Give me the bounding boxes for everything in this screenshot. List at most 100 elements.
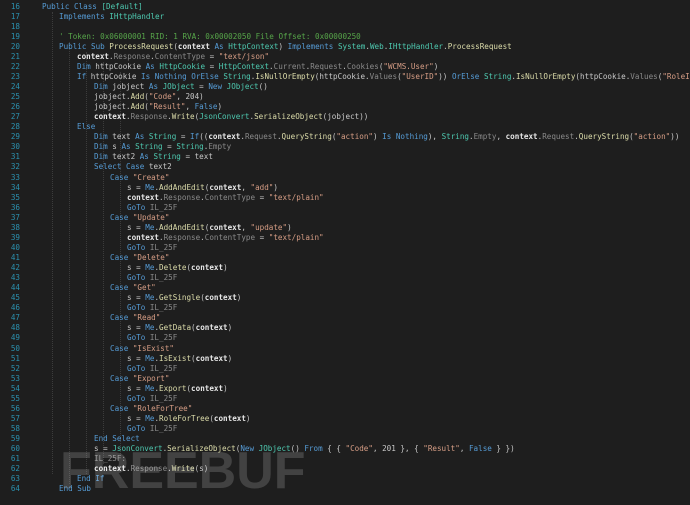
code-token: Dim — [77, 61, 96, 71]
line-number: 40 — [10, 242, 20, 252]
code-line[interactable]: s = Me.AddAndEdit(context, "update") — [127, 223, 690, 234]
code-line[interactable]: Dim text As String = If((context.Request… — [94, 132, 690, 143]
code-token: As — [148, 81, 163, 91]
line-number: 57 — [10, 413, 20, 423]
code-line[interactable]: Implements IHttpHandler — [59, 12, 690, 23]
code-token: New — [208, 81, 227, 91]
line-number: 58 — [10, 424, 20, 434]
code-line[interactable]: Dim httpCookie As HttpCookie = HttpConte… — [77, 62, 690, 73]
code-line[interactable]: GoTo IL_25F — [127, 394, 690, 405]
code-line[interactable]: GoTo IL_25F — [127, 203, 690, 214]
code-line[interactable]: Else — [77, 122, 690, 133]
line-number: 50 — [10, 343, 20, 353]
code-line[interactable]: s = Me.RoleForTree(context) — [127, 414, 690, 425]
line-number: 35 — [10, 192, 20, 202]
code-token: GoTo — [127, 273, 150, 283]
code-line[interactable]: GoTo IL_25F — [127, 303, 690, 314]
code-token: Dim — [94, 142, 113, 152]
code-token: Case — [110, 313, 133, 323]
code-token: GoTo — [127, 424, 150, 434]
code-token: JsonConvert — [199, 112, 250, 122]
code-line[interactable]: Case "RoleForTree" — [110, 404, 690, 415]
code-line[interactable]: ' Token: 0x06000001 RID: 1 RVA: 0x000020… — [59, 32, 690, 43]
line-number: 34 — [10, 182, 20, 192]
code-line[interactable]: context.Response.ContentType = "text/jso… — [77, 52, 690, 63]
code-token: Request — [310, 61, 343, 71]
code-token: httpCookie — [90, 71, 142, 81]
code-line[interactable]: GoTo IL_25F — [127, 424, 690, 435]
line-number: 19 — [10, 31, 20, 41]
code-token: context — [127, 192, 160, 202]
code-line[interactable]: s = Me.Delete(context) — [127, 263, 690, 274]
code-line[interactable]: s = Me.AddAndEdit(context, "add") — [127, 183, 690, 194]
line-number: 18 — [10, 21, 20, 31]
code-line[interactable]: Case "Export" — [110, 374, 690, 385]
code-token: Empty — [473, 132, 497, 142]
code-line[interactable]: Dim text2 As String = text — [94, 152, 690, 163]
code-token: Response — [130, 112, 168, 122]
code-line[interactable] — [22, 22, 690, 33]
code-token: IL_25F — [149, 393, 178, 403]
code-token: s = — [127, 263, 146, 273]
code-line[interactable]: Dim jobject As JObject = New JObject() — [94, 82, 690, 93]
code-token: context — [204, 293, 237, 303]
code-line[interactable]: Case "Delete" — [110, 253, 690, 264]
code-line[interactable]: Public Sub ProcessRequest(context As Htt… — [59, 42, 690, 53]
code-token: GoTo — [127, 242, 150, 252]
line-number: 59 — [10, 434, 20, 444]
line-number: 51 — [10, 353, 20, 363]
code-line[interactable]: Case "Get" — [110, 283, 690, 294]
code-line[interactable]: Case "Update" — [110, 213, 690, 224]
code-token: GoTo — [127, 393, 150, 403]
code-token: (jobject)) — [322, 112, 369, 122]
code-token: ) — [287, 222, 292, 232]
line-number-gutter: 16 17 18 19 20 21 22 23 24 25 26 27 28 29 30 31 32 33 34 35… — [0, 0, 22, 505]
code-line[interactable]: jobject.Add("Code", 204) — [94, 92, 690, 103]
code-token: False — [468, 444, 492, 454]
code-line[interactable]: s = Me.GetData(context) — [127, 323, 690, 334]
code-token: , — [496, 132, 506, 142]
code-token: IL_25F — [149, 363, 178, 373]
code-line[interactable]: Case "Read" — [110, 313, 690, 324]
code-line[interactable]: context.Response.ContentType = "text/pla… — [127, 233, 690, 244]
code-line[interactable]: s = Me.Export(context) — [127, 384, 690, 395]
code-token: "Result" — [423, 444, 460, 454]
code-token: "Read" — [132, 313, 161, 323]
code-line[interactable]: GoTo IL_25F — [127, 243, 690, 254]
code-token: "text/json" — [218, 51, 270, 61]
code-token: IHttpHandler — [388, 41, 444, 51]
code-token: ContentType — [204, 192, 256, 202]
code-line[interactable]: Dim s As String = String.Empty — [94, 142, 690, 153]
code-token: ' Token: 0x06000001 RID: 1 RVA: 0x000020… — [59, 31, 361, 41]
code-line[interactable]: GoTo IL_25F — [127, 333, 690, 344]
code-editor[interactable]: 16 17 18 19 20 21 22 23 24 25 26 27 28 29 30 31 32 33 34 35… — [0, 0, 690, 505]
code-area[interactable]: Public Class [Default] Implements IHttpHa… — [22, 0, 690, 505]
line-number: 45 — [10, 293, 20, 303]
line-number: 61 — [10, 454, 20, 464]
line-number: 41 — [10, 253, 20, 262]
code-line[interactable]: GoTo IL_25F — [127, 364, 690, 375]
code-token: ContentType — [154, 51, 206, 61]
code-token: httpCookie — [95, 61, 146, 71]
line-number: 22 — [10, 61, 20, 71]
code-line[interactable]: Case "Create" — [110, 173, 690, 184]
code-line[interactable]: jobject.Add("Result", False) — [94, 102, 690, 113]
code-token: "UserID" — [401, 71, 439, 81]
code-token: False — [194, 102, 218, 112]
code-token: Dim — [94, 152, 113, 162]
code-line[interactable]: If httpCookie Is Nothing OrElse String.I… — [77, 72, 690, 83]
code-token: text2 — [148, 162, 172, 172]
code-line[interactable]: context.Response.Write(JsonConvert.Seria… — [94, 112, 690, 123]
code-line[interactable]: GoTo IL_25F — [127, 273, 690, 284]
code-line[interactable]: Case "IsExist" — [110, 344, 690, 355]
code-token: Case — [110, 373, 133, 383]
code-line[interactable]: context.Response.ContentType = "text/pla… — [127, 193, 690, 204]
code-line[interactable]: s = Me.GetSingle(context) — [127, 293, 690, 304]
watermark-text: FREEBUF — [60, 442, 306, 500]
code-token: GetSingle — [159, 293, 201, 303]
code-line[interactable]: Select Case text2 — [94, 162, 690, 173]
code-token: context — [195, 323, 228, 333]
code-line[interactable]: Public Class [Default] — [42, 2, 690, 13]
code-line[interactable]: s = Me.IsExist(context) — [127, 354, 690, 365]
code-token: = — [176, 132, 191, 142]
